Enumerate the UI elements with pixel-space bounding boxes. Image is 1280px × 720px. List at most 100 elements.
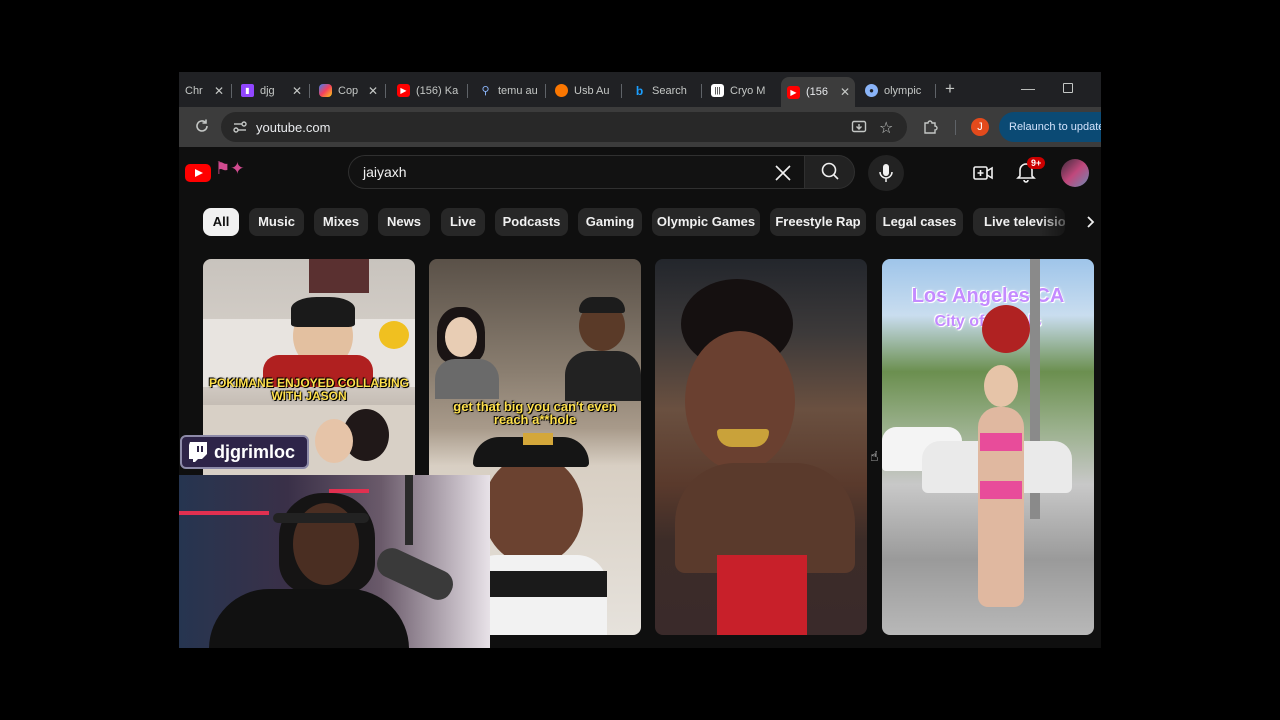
tab-separator — [309, 84, 310, 98]
new-tab-button[interactable]: + — [942, 80, 958, 97]
chip-legal-cases[interactable]: Legal cases — [876, 208, 963, 236]
chip-gaming[interactable]: Gaming — [578, 208, 642, 236]
tab-search-temu[interactable]: ⚲ temu au — [473, 77, 543, 104]
minimize-icon[interactable]: — — [1021, 80, 1035, 96]
url-text: youtube.com — [256, 120, 331, 135]
twitch-username: djgrimloc — [214, 441, 296, 462]
headphones — [273, 513, 369, 523]
man-cap — [579, 297, 625, 313]
bookmark-star-icon[interactable]: ☆ — [879, 118, 893, 138]
site-info-icon[interactable] — [233, 120, 247, 134]
chip-all[interactable]: All — [203, 208, 239, 236]
streamer-shirt — [209, 589, 409, 648]
tab-twitch[interactable]: ▮ djg ✕ — [235, 77, 307, 104]
mic-arm — [405, 475, 413, 545]
relaunch-button[interactable]: Relaunch to update — [999, 112, 1101, 142]
tab-separator — [701, 84, 702, 98]
browser-window: Chr ✕ ▮ djg ✕ Cop ✕ ▶ (156) Ka ⚲ temu au… — [179, 72, 1101, 648]
tab-title: temu au — [498, 84, 538, 97]
extensions-icon[interactable] — [923, 118, 939, 134]
reload-icon[interactable] — [193, 117, 211, 135]
search-icon — [821, 162, 839, 180]
pink-top — [980, 433, 1022, 451]
tab-youtube-active[interactable]: ▶ (156 ✕ — [781, 77, 855, 107]
close-tab-icon[interactable]: ✕ — [212, 84, 226, 98]
tab-chrome[interactable]: Chr ✕ — [179, 77, 229, 104]
close-tab-icon[interactable]: ✕ — [838, 85, 852, 99]
microphone-icon — [879, 164, 893, 182]
tab-separator — [467, 84, 468, 98]
youtube-doodle-icon[interactable]: ⚑✦ — [215, 159, 244, 179]
tab-youtube-1[interactable]: ▶ (156) Ka — [391, 77, 465, 104]
gold-grillz — [717, 429, 769, 447]
microphone — [372, 543, 458, 605]
temu-icon — [555, 84, 568, 97]
tab-separator — [935, 84, 936, 98]
account-avatar[interactable] — [1061, 159, 1089, 187]
short-caption-title: Los Angeles CA — [911, 285, 1065, 307]
chip-mixes[interactable]: Mixes — [314, 208, 368, 236]
chip-news[interactable]: News — [378, 208, 430, 236]
streamer-webcam-overlay — [179, 475, 490, 648]
install-app-icon[interactable] — [851, 119, 867, 135]
person-face — [315, 419, 353, 463]
chip-freestyle-rap[interactable]: Freestyle Rap — [770, 208, 866, 236]
search-box[interactable]: jaiyaxh — [348, 155, 804, 189]
tab-title: Cop — [338, 84, 359, 97]
led-strip — [179, 511, 269, 515]
filter-chips-bar: All Music Mixes News Live Podcasts Gamin… — [179, 205, 1101, 239]
search-input[interactable]: jaiyaxh — [363, 164, 407, 180]
search-icon: ⚲ — [481, 85, 490, 97]
browser-toolbar: youtube.com ☆ J Relaunch to update — [179, 107, 1101, 147]
chevron-right-icon[interactable] — [1084, 214, 1096, 230]
google-lens-icon: ● — [865, 84, 878, 97]
address-bar[interactable]: youtube.com ☆ — [221, 112, 907, 142]
rapper-face — [685, 331, 795, 471]
woman-face — [445, 317, 477, 357]
tab-cryo[interactable]: ||| Cryo M — [705, 77, 777, 104]
smiling-man-face — [483, 455, 583, 565]
tab-title: Cryo M — [730, 84, 766, 97]
tab-separator — [385, 84, 386, 98]
tab-title: (156) Ka — [416, 84, 459, 97]
youtube-header: ⚑✦ jaiyaxh 9+ — [179, 147, 1101, 199]
chip-podcasts[interactable]: Podcasts — [495, 208, 568, 236]
short-card-4[interactable]: Los Angeles CA City of Angels — [882, 259, 1094, 635]
tab-strip: Chr ✕ ▮ djg ✕ Cop ✕ ▶ (156) Ka ⚲ temu au… — [179, 72, 1101, 107]
plush-toy — [379, 321, 409, 349]
tab-title: olympic — [884, 84, 922, 97]
tab-bing-search[interactable]: b Search — [627, 77, 699, 104]
tab-title: Usb Au — [574, 84, 610, 97]
tab-title: Chr — [185, 84, 203, 97]
crown-logo — [523, 433, 553, 445]
man-jacket — [565, 351, 641, 401]
clear-search-icon[interactable] — [773, 163, 793, 183]
tab-copilot[interactable]: Cop ✕ — [313, 77, 383, 104]
chip-music[interactable]: Music — [249, 208, 304, 236]
pink-bottom — [980, 481, 1022, 499]
model-face — [984, 365, 1018, 407]
tab-olympic[interactable]: ● olympic — [859, 77, 939, 104]
youtube-logo-icon[interactable] — [185, 164, 211, 182]
chip-live[interactable]: Live — [441, 208, 485, 236]
tab-temu[interactable]: Usb Au — [549, 77, 619, 104]
tab-separator — [545, 84, 546, 98]
twitch-username-overlay: djgrimloc — [180, 435, 310, 469]
streamer-hair — [291, 297, 355, 327]
mouse-cursor-icon: ☝ — [870, 448, 879, 464]
create-video-icon[interactable] — [972, 162, 994, 184]
tab-separator — [621, 84, 622, 98]
close-tab-icon[interactable]: ✕ — [366, 84, 380, 98]
twitch-icon — [189, 442, 207, 462]
short-card-3[interactable] — [655, 259, 867, 635]
search-button[interactable] — [804, 155, 855, 189]
youtube-icon: ▶ — [787, 85, 800, 99]
tab-title: djg — [260, 84, 275, 97]
chip-olympic-games[interactable]: Olympic Games — [652, 208, 760, 236]
profile-avatar[interactable]: J — [971, 118, 989, 136]
notification-count-badge: 9+ — [1027, 157, 1046, 169]
red-pants — [717, 555, 807, 635]
voice-search-button[interactable] — [868, 155, 904, 191]
restore-window-icon[interactable] — [1063, 83, 1073, 93]
close-tab-icon[interactable]: ✕ — [290, 84, 304, 98]
